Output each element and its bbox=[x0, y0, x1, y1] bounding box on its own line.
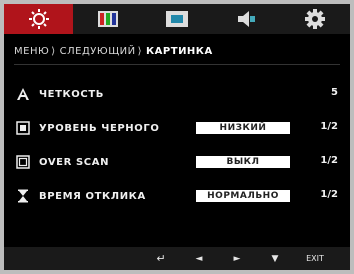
breadcrumb-current: КАРТИНКА bbox=[146, 45, 213, 57]
down-arrow-icon[interactable]: ▼ bbox=[268, 252, 282, 265]
sun-icon bbox=[28, 8, 50, 30]
bottom-nav-bar: ↵ ◄ ► ▼ EXIT bbox=[4, 247, 350, 270]
response-time-label: ВРЕМЯ ОТКЛИКА bbox=[39, 190, 146, 202]
back-icon[interactable]: ↵ bbox=[154, 252, 168, 265]
overscan-page: 1/2 bbox=[320, 155, 338, 166]
gear-icon bbox=[305, 9, 325, 29]
tab-audio[interactable] bbox=[211, 4, 280, 34]
sharpness-value: 5 bbox=[331, 87, 338, 98]
black-level-icon bbox=[16, 121, 30, 135]
tab-settings[interactable] bbox=[280, 4, 350, 34]
osd-menu: МЕНЮ ⟩ СЛЕДУЮЩИЙ ⟩ КАРТИНКА ЧЕТКОСТЬ 5 У… bbox=[4, 4, 350, 270]
breadcrumb-menu[interactable]: МЕНЮ bbox=[14, 46, 49, 57]
breadcrumb-next[interactable]: СЛЕДУЮЩИЙ bbox=[60, 46, 136, 57]
monitor-bezel: МЕНЮ ⟩ СЛЕДУЮЩИЙ ⟩ КАРТИНКА ЧЕТКОСТЬ 5 У… bbox=[0, 0, 354, 274]
sharpness-label: ЧЕТКОСТЬ bbox=[39, 88, 104, 100]
tab-display[interactable] bbox=[142, 4, 211, 34]
tab-color[interactable] bbox=[73, 4, 142, 34]
breadcrumb: МЕНЮ ⟩ СЛЕДУЮЩИЙ ⟩ КАРТИНКА bbox=[14, 42, 213, 60]
right-arrow-icon[interactable]: ► bbox=[230, 252, 244, 265]
exit-button[interactable]: EXIT bbox=[302, 252, 328, 265]
color-bars-icon bbox=[97, 11, 118, 27]
black-level-page: 1/2 bbox=[320, 121, 338, 132]
setting-row-sharpness[interactable]: ЧЕТКОСТЬ 5 bbox=[16, 84, 338, 104]
breadcrumb-separator: ⟩ bbox=[137, 45, 142, 57]
hourglass-icon bbox=[16, 189, 30, 203]
response-time-select[interactable]: НОРМАЛЬНО bbox=[196, 190, 290, 202]
black-level-label: УРОВЕНЬ ЧЕРНОГО bbox=[39, 122, 160, 134]
overscan-icon bbox=[16, 155, 30, 169]
tab-picture[interactable] bbox=[4, 4, 73, 34]
left-arrow-icon[interactable]: ◄ bbox=[192, 252, 206, 265]
overscan-label: OVER SCAN bbox=[39, 156, 110, 168]
setting-row-response-time[interactable]: ВРЕМЯ ОТКЛИКА НОРМАЛЬНО 1/2 bbox=[16, 186, 338, 206]
response-time-page: 1/2 bbox=[320, 189, 338, 200]
overscan-select[interactable]: ВЫКЛ bbox=[196, 156, 290, 168]
setting-row-black-level[interactable]: УРОВЕНЬ ЧЕРНОГО НИЗКИЙ 1/2 bbox=[16, 118, 338, 138]
setting-row-overscan[interactable]: OVER SCAN ВЫКЛ 1/2 bbox=[16, 152, 338, 172]
display-icon bbox=[165, 11, 188, 27]
tab-bar bbox=[4, 4, 350, 34]
black-level-select[interactable]: НИЗКИЙ bbox=[196, 122, 290, 134]
sharpness-icon bbox=[16, 87, 30, 101]
speaker-icon bbox=[236, 10, 256, 28]
divider bbox=[14, 64, 340, 65]
breadcrumb-separator: ⟩ bbox=[51, 45, 56, 57]
